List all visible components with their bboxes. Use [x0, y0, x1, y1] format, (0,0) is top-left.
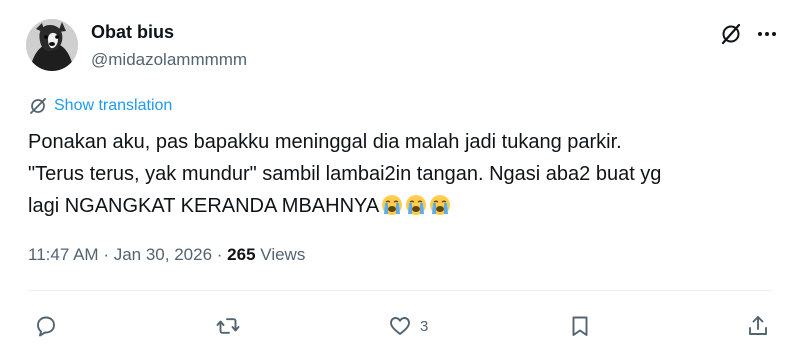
author-display-name[interactable]: Obat bius: [91, 22, 174, 43]
loudly-crying-face-icon: [430, 195, 451, 215]
like-button[interactable]: 3: [388, 313, 428, 339]
views-count: 265: [227, 245, 256, 264]
loudly-crying-face-icon: [406, 195, 427, 215]
tweet-text: Ponakan aku, pas bapakku meninggal dia m…: [28, 126, 778, 222]
tweet-time[interactable]: 11:47 AM: [28, 245, 99, 264]
tweet-date[interactable]: Jan 30, 2026: [114, 245, 212, 264]
retweet-button[interactable]: [216, 313, 240, 339]
heart-icon: [390, 317, 410, 335]
avatar[interactable]: [26, 19, 78, 71]
share-button[interactable]: [746, 313, 770, 339]
tweet-text-line-content: lagi NGANGKAT KERANDA MBAHNYA: [28, 195, 380, 217]
meta-separator: ·: [216, 245, 223, 264]
bookmark-icon: [572, 316, 588, 336]
reply-icon: [37, 316, 55, 337]
avatar-image: [26, 19, 78, 71]
views-label: Views: [260, 245, 306, 264]
more-options-icon[interactable]: [756, 22, 778, 46]
meta-separator: ·: [103, 245, 109, 264]
tweet-text-line: "Terus terus, yak mundur" sambil lambai2…: [28, 163, 662, 185]
tweet-meta: 11:47 AM · Jan 30, 2026 · 265 Views: [28, 245, 305, 265]
grok-icon[interactable]: [719, 22, 743, 46]
tweet-text-line-last: lagi NGANGKAT KERANDA MBAHNYA: [28, 190, 778, 222]
bookmark-button[interactable]: [568, 313, 592, 339]
reply-button[interactable]: [34, 313, 58, 339]
tweet: Obat bius @midazolammmmm Show translatio…: [0, 0, 800, 350]
show-translation-label: Show translation: [54, 97, 173, 114]
show-translation-link[interactable]: Show translation: [28, 96, 172, 116]
like-count: 3: [420, 317, 429, 335]
translate-icon: [30, 98, 46, 114]
author-handle[interactable]: @midazolammmmm: [91, 50, 247, 70]
share-icon: [749, 316, 767, 335]
retweet-icon: [216, 318, 240, 334]
divider: [28, 290, 772, 291]
tweet-text-line: Ponakan aku, pas bapakku meninggal dia m…: [28, 131, 622, 153]
loudly-crying-face-icon: [382, 195, 403, 215]
